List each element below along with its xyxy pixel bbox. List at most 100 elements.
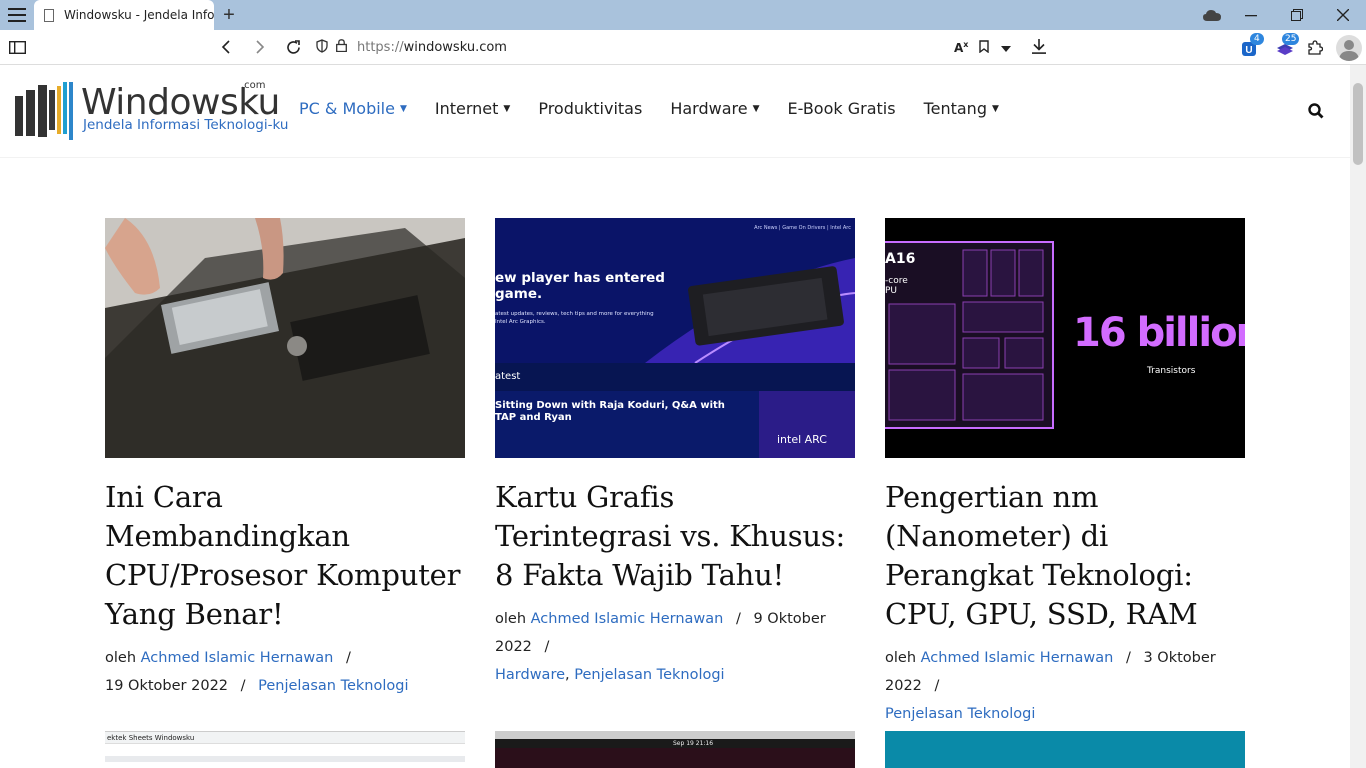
post-thumbnail[interactable]: Sep 19 21:16: [495, 731, 855, 768]
tab-title: Windowsku - Jendela Infor: [64, 8, 214, 22]
desktop-clock: Sep 19 21:16: [673, 740, 714, 747]
image-transistors: Transistors: [1147, 366, 1196, 376]
post-title[interactable]: Pengertian nm (Nanometer) di Perangkat T…: [885, 478, 1245, 634]
post-title[interactable]: Ini Cara Membandingkan CPU/Prosesor Komp…: [105, 478, 465, 634]
post-card: Arc News | Game On Drivers | Intel Arc e…: [495, 218, 855, 689]
chevron-down-icon: ▼: [503, 103, 511, 114]
post-thumbnail[interactable]: ektek Sheets Windowsku: [105, 731, 465, 768]
post-thumbnail[interactable]: Arc News | Game On Drivers | Intel Arc e…: [495, 218, 855, 458]
image-big-number: 16 billion: [1073, 310, 1245, 356]
image-headline: ew player has entered game.: [495, 270, 665, 302]
url-host: windowsku.com: [403, 40, 507, 55]
window-titlebar: [495, 731, 855, 739]
image-core-text: -core PU: [885, 276, 908, 296]
bookmark-icon[interactable]: [979, 40, 989, 57]
forward-button[interactable]: [251, 38, 269, 56]
extension-badge: 4: [1250, 33, 1264, 45]
restore-button[interactable]: [1288, 8, 1306, 22]
chevron-down-icon: ▼: [399, 103, 407, 114]
image-latest: atest: [495, 371, 521, 382]
menu-icon[interactable]: [8, 7, 26, 23]
meta-separator: /: [735, 611, 741, 627]
nav-tentang[interactable]: Tentang ▼: [924, 99, 999, 118]
cloud-icon[interactable]: [1202, 7, 1222, 23]
main-nav: PC & Mobile ▼ Internet ▼ Produktivitas Har…: [299, 99, 1027, 118]
image-chip-name: A16: [885, 251, 916, 267]
sheet-menu: [105, 756, 465, 762]
lock-icon[interactable]: [336, 39, 347, 56]
meta-separator: /: [934, 678, 940, 694]
svg-text:U: U: [1245, 45, 1252, 56]
post-meta: oleh Achmed Islamic Hernawan / 9 Oktober…: [495, 605, 855, 689]
browser-toolbar: https://windowsku.com Ax U 4 25: [0, 30, 1366, 65]
author-link[interactable]: Achmed Islamic Hernawan: [531, 611, 724, 627]
meta-by: oleh: [495, 611, 527, 627]
meta-separator: /: [240, 678, 246, 694]
reload-button[interactable]: [284, 38, 302, 56]
chevron-down-icon[interactable]: [1001, 42, 1011, 57]
post-card: A16 -core PU 16 billion Transistors Peng…: [885, 218, 1245, 728]
author-link[interactable]: Achmed Islamic Hernawan: [141, 650, 334, 666]
post-meta: oleh Achmed Islamic Hernawan / 3 Oktober…: [885, 644, 1245, 728]
nav-label: Tentang: [923, 99, 987, 118]
post-meta: oleh Achmed Islamic Hernawan / 19 Oktobe…: [105, 644, 465, 700]
category-link[interactable]: Hardware: [495, 667, 565, 683]
minimize-button[interactable]: [1242, 8, 1260, 22]
extension-badge: 25: [1282, 33, 1300, 45]
nav-label: Produktivitas: [538, 99, 643, 118]
nav-produktivitas[interactable]: Produktivitas: [538, 99, 642, 118]
meta-separator: /: [345, 650, 351, 666]
nav-label: Internet: [434, 99, 499, 118]
close-window-button[interactable]: [1334, 8, 1352, 22]
tab-strip: Windowsku - Jendela Infor +: [0, 0, 1366, 30]
category-link[interactable]: Penjelasan Teknologi: [885, 706, 1035, 722]
nav-pc-mobile[interactable]: PC & Mobile ▼: [299, 99, 407, 118]
extensions-puzzle-icon[interactable]: [1306, 38, 1324, 56]
scrollbar-thumb[interactable]: [1353, 83, 1363, 165]
download-icon[interactable]: [1032, 39, 1046, 58]
image-brand: intel ARC: [777, 433, 827, 446]
site-logo[interactable]: Windowsku .com Jendela Informasi Teknolo…: [15, 80, 288, 142]
new-tab-button[interactable]: +: [220, 4, 238, 26]
chevron-down-icon: ▼: [752, 103, 760, 114]
meta-by: oleh: [105, 650, 137, 666]
post-title[interactable]: Kartu Grafis Terintegrasi vs. Khusus: 8 …: [495, 478, 855, 595]
sidebar-toggle-icon[interactable]: [8, 39, 26, 55]
sheet-title: ektek Sheets Windowsku: [107, 734, 195, 742]
avatar[interactable]: [1336, 35, 1362, 61]
logo-com: .com: [241, 80, 266, 91]
logo-tagline: Jendela Informasi Teknologi-ku: [83, 117, 289, 133]
author-link[interactable]: Achmed Islamic Hernawan: [921, 650, 1114, 666]
post-thumbnail[interactable]: [105, 218, 465, 458]
post-thumbnail[interactable]: A16 -core PU 16 billion Transistors: [885, 218, 1245, 458]
nav-ebook-gratis[interactable]: E-Book Gratis: [788, 99, 896, 118]
category-comma: ,: [565, 667, 575, 683]
translate-icon[interactable]: Ax: [954, 40, 968, 55]
image-subtext: atest updates, reviews, tech tips and mo…: [495, 311, 654, 325]
back-button[interactable]: [216, 38, 234, 56]
meta-separator: /: [544, 639, 550, 655]
extension-stack-icon[interactable]: 25: [1272, 33, 1300, 59]
nav-internet[interactable]: Internet ▼: [435, 99, 510, 118]
category-link[interactable]: Penjelasan Teknologi: [258, 678, 408, 694]
meta-by: oleh: [885, 650, 917, 666]
page-icon: [44, 8, 54, 22]
image-article-title: Sitting Down with Raja Koduri, Q&A with …: [495, 400, 725, 423]
nav-label: Hardware: [670, 99, 748, 118]
nav-hardware[interactable]: Hardware ▼: [670, 99, 759, 118]
post-card: Ini Cara Membandingkan CPU/Prosesor Komp…: [105, 218, 465, 700]
meta-separator: /: [1125, 650, 1131, 666]
post-thumbnail[interactable]: [885, 731, 1245, 768]
nav-label: PC & Mobile: [299, 99, 395, 118]
category-link[interactable]: Penjelasan Teknologi: [574, 667, 724, 683]
extension-shield-icon[interactable]: U 4: [1238, 33, 1264, 59]
page-scrollbar[interactable]: [1350, 65, 1366, 768]
image-nav-text: Arc News | Game On Drivers | Intel Arc: [754, 225, 851, 231]
site-header: Windowsku .com Jendela Informasi Teknolo…: [0, 65, 1350, 158]
search-icon[interactable]: [1308, 103, 1324, 124]
address-bar[interactable]: https://windowsku.com Ax: [316, 30, 1056, 65]
nav-label: E-Book Gratis: [787, 99, 896, 118]
chevron-down-icon: ▼: [991, 103, 999, 114]
shield-icon[interactable]: [316, 38, 328, 57]
browser-tab[interactable]: Windowsku - Jendela Infor: [34, 0, 214, 30]
